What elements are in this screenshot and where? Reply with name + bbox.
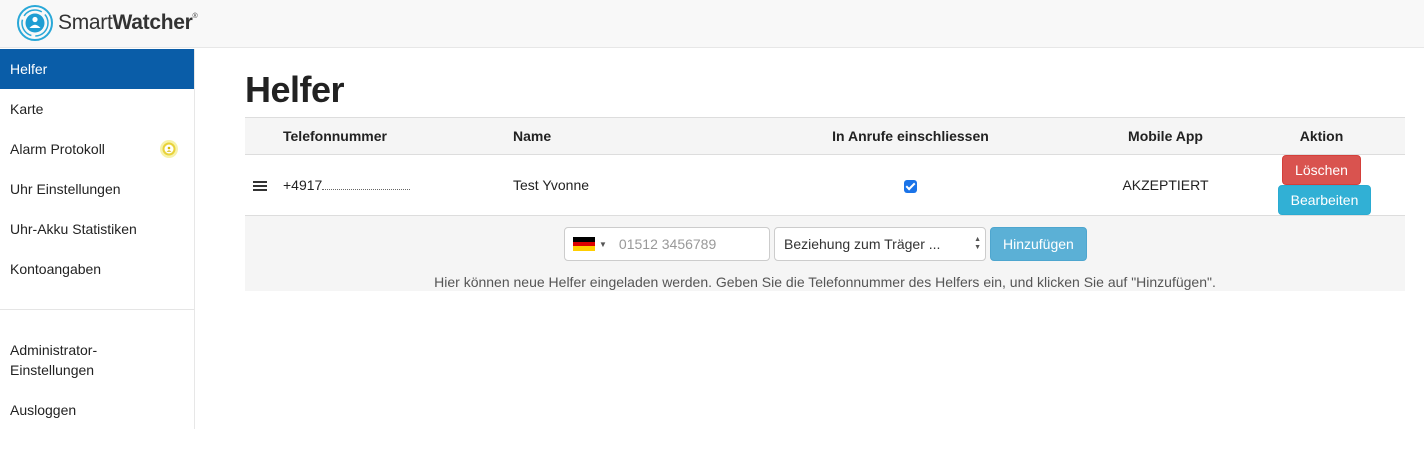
sidebar-item-uhr-akku-statistiken[interactable]: Uhr-Akku Statistiken (0, 209, 194, 249)
helpers-table: Telefonnummer Name In Anrufe einschliess… (245, 117, 1405, 216)
add-helper-hint: Hier können neue Helfer eingeladen werde… (434, 274, 1216, 290)
sidebar-item-alarm-protokoll[interactable]: Alarm Protokoll (0, 129, 194, 169)
sidebar-item-label: Alarm Protokoll (10, 141, 105, 157)
phone-number: +4917 (283, 177, 323, 193)
relation-select[interactable]: Beziehung zum Träger ... ▲ ▼ (774, 227, 986, 261)
add-helper-panel: ▼ Beziehung zum Träger ... ▲▼ Hinzufügen… (245, 216, 1405, 291)
sidebar-item-label: Kontoangaben (10, 261, 102, 277)
smartwatcher-logo-icon (17, 5, 53, 41)
alarm-status-icon (160, 140, 178, 158)
select-arrows-icon: ▲ ▼ (974, 236, 981, 251)
action-cell: LöschenBearbeiten (1238, 155, 1405, 216)
edit-button[interactable]: Bearbeiten (1277, 185, 1372, 215)
sidebar-item-label: Uhr-Akku Statistiken (10, 221, 137, 237)
table-row: +4917 Test Yvonne AKZEPTIERT LöschenBear… (245, 155, 1405, 216)
sidebar-divider (0, 309, 194, 310)
header-telefonnummer: Telefonnummer (283, 128, 387, 144)
relation-select-value: Beziehung zum Träger ... (784, 236, 941, 252)
sidebar-item-label: Karte (10, 101, 44, 117)
header-mobile-app: Mobile App (1128, 128, 1203, 144)
header-drag-handle (245, 118, 283, 155)
phone-cell: +4917 (283, 155, 513, 216)
sidebar-item-label: Uhr Einstellungen (10, 181, 121, 197)
sidebar-item-uhr-einstellungen[interactable]: Uhr Einstellungen (0, 169, 194, 209)
sidebar-item-label: Ausloggen (10, 402, 77, 418)
drag-handle-cell (245, 155, 283, 216)
sidebar: Helfer Karte Alarm Protokoll Uhr Einstel… (0, 49, 195, 429)
name-cell: Test Yvonne (513, 177, 590, 193)
include-calls-checkbox[interactable] (904, 179, 917, 193)
sidebar-item-administrator-einstellungen[interactable]: Administrator-Einstellungen (0, 330, 120, 390)
header-name: Name (513, 128, 552, 144)
brand-name: SmartWatcher® (58, 11, 198, 34)
sidebar-item-ausloggen[interactable]: Ausloggen (0, 390, 194, 430)
sidebar-item-label: Administrator-Einstellungen (10, 342, 98, 378)
add-helper-form: ▼ Beziehung zum Träger ... ▲▼ Hinzufügen (564, 227, 1087, 261)
page-title: Helfer (245, 69, 345, 110)
sidebar-item-helfer[interactable]: Helfer (0, 49, 194, 89)
header-in-anrufe-einschliessen: In Anrufe einschliessen (832, 128, 989, 144)
phone-field[interactable]: ▼ (564, 227, 770, 261)
de-flag-icon[interactable] (573, 237, 595, 252)
table-header-row: Telefonnummer Name In Anrufe einschliess… (245, 117, 1405, 155)
delete-button[interactable]: Löschen (1282, 155, 1361, 185)
redacted-digits (322, 184, 411, 190)
main-content: Helfer Telefonnummer Name In Anrufe eins… (245, 49, 1405, 291)
include-calls-cell (728, 155, 1093, 216)
mobile-app-status: AKZEPTIERT (1122, 177, 1209, 193)
phone-input[interactable] (618, 236, 759, 252)
sidebar-item-kontoangaben[interactable]: Kontoangaben (0, 249, 194, 289)
top-navbar: SmartWatcher® (0, 0, 1424, 48)
chevron-down-icon[interactable]: ▼ (599, 240, 607, 249)
sidebar-item-label: Helfer (10, 61, 48, 77)
sidebar-item-karte[interactable]: Karte (0, 89, 194, 129)
add-button[interactable]: Hinzufügen (990, 227, 1087, 261)
header-aktion: Aktion (1299, 128, 1344, 144)
drag-handle-icon[interactable] (253, 179, 267, 193)
smartwatcher-logo[interactable]: SmartWatcher® (16, 4, 198, 42)
